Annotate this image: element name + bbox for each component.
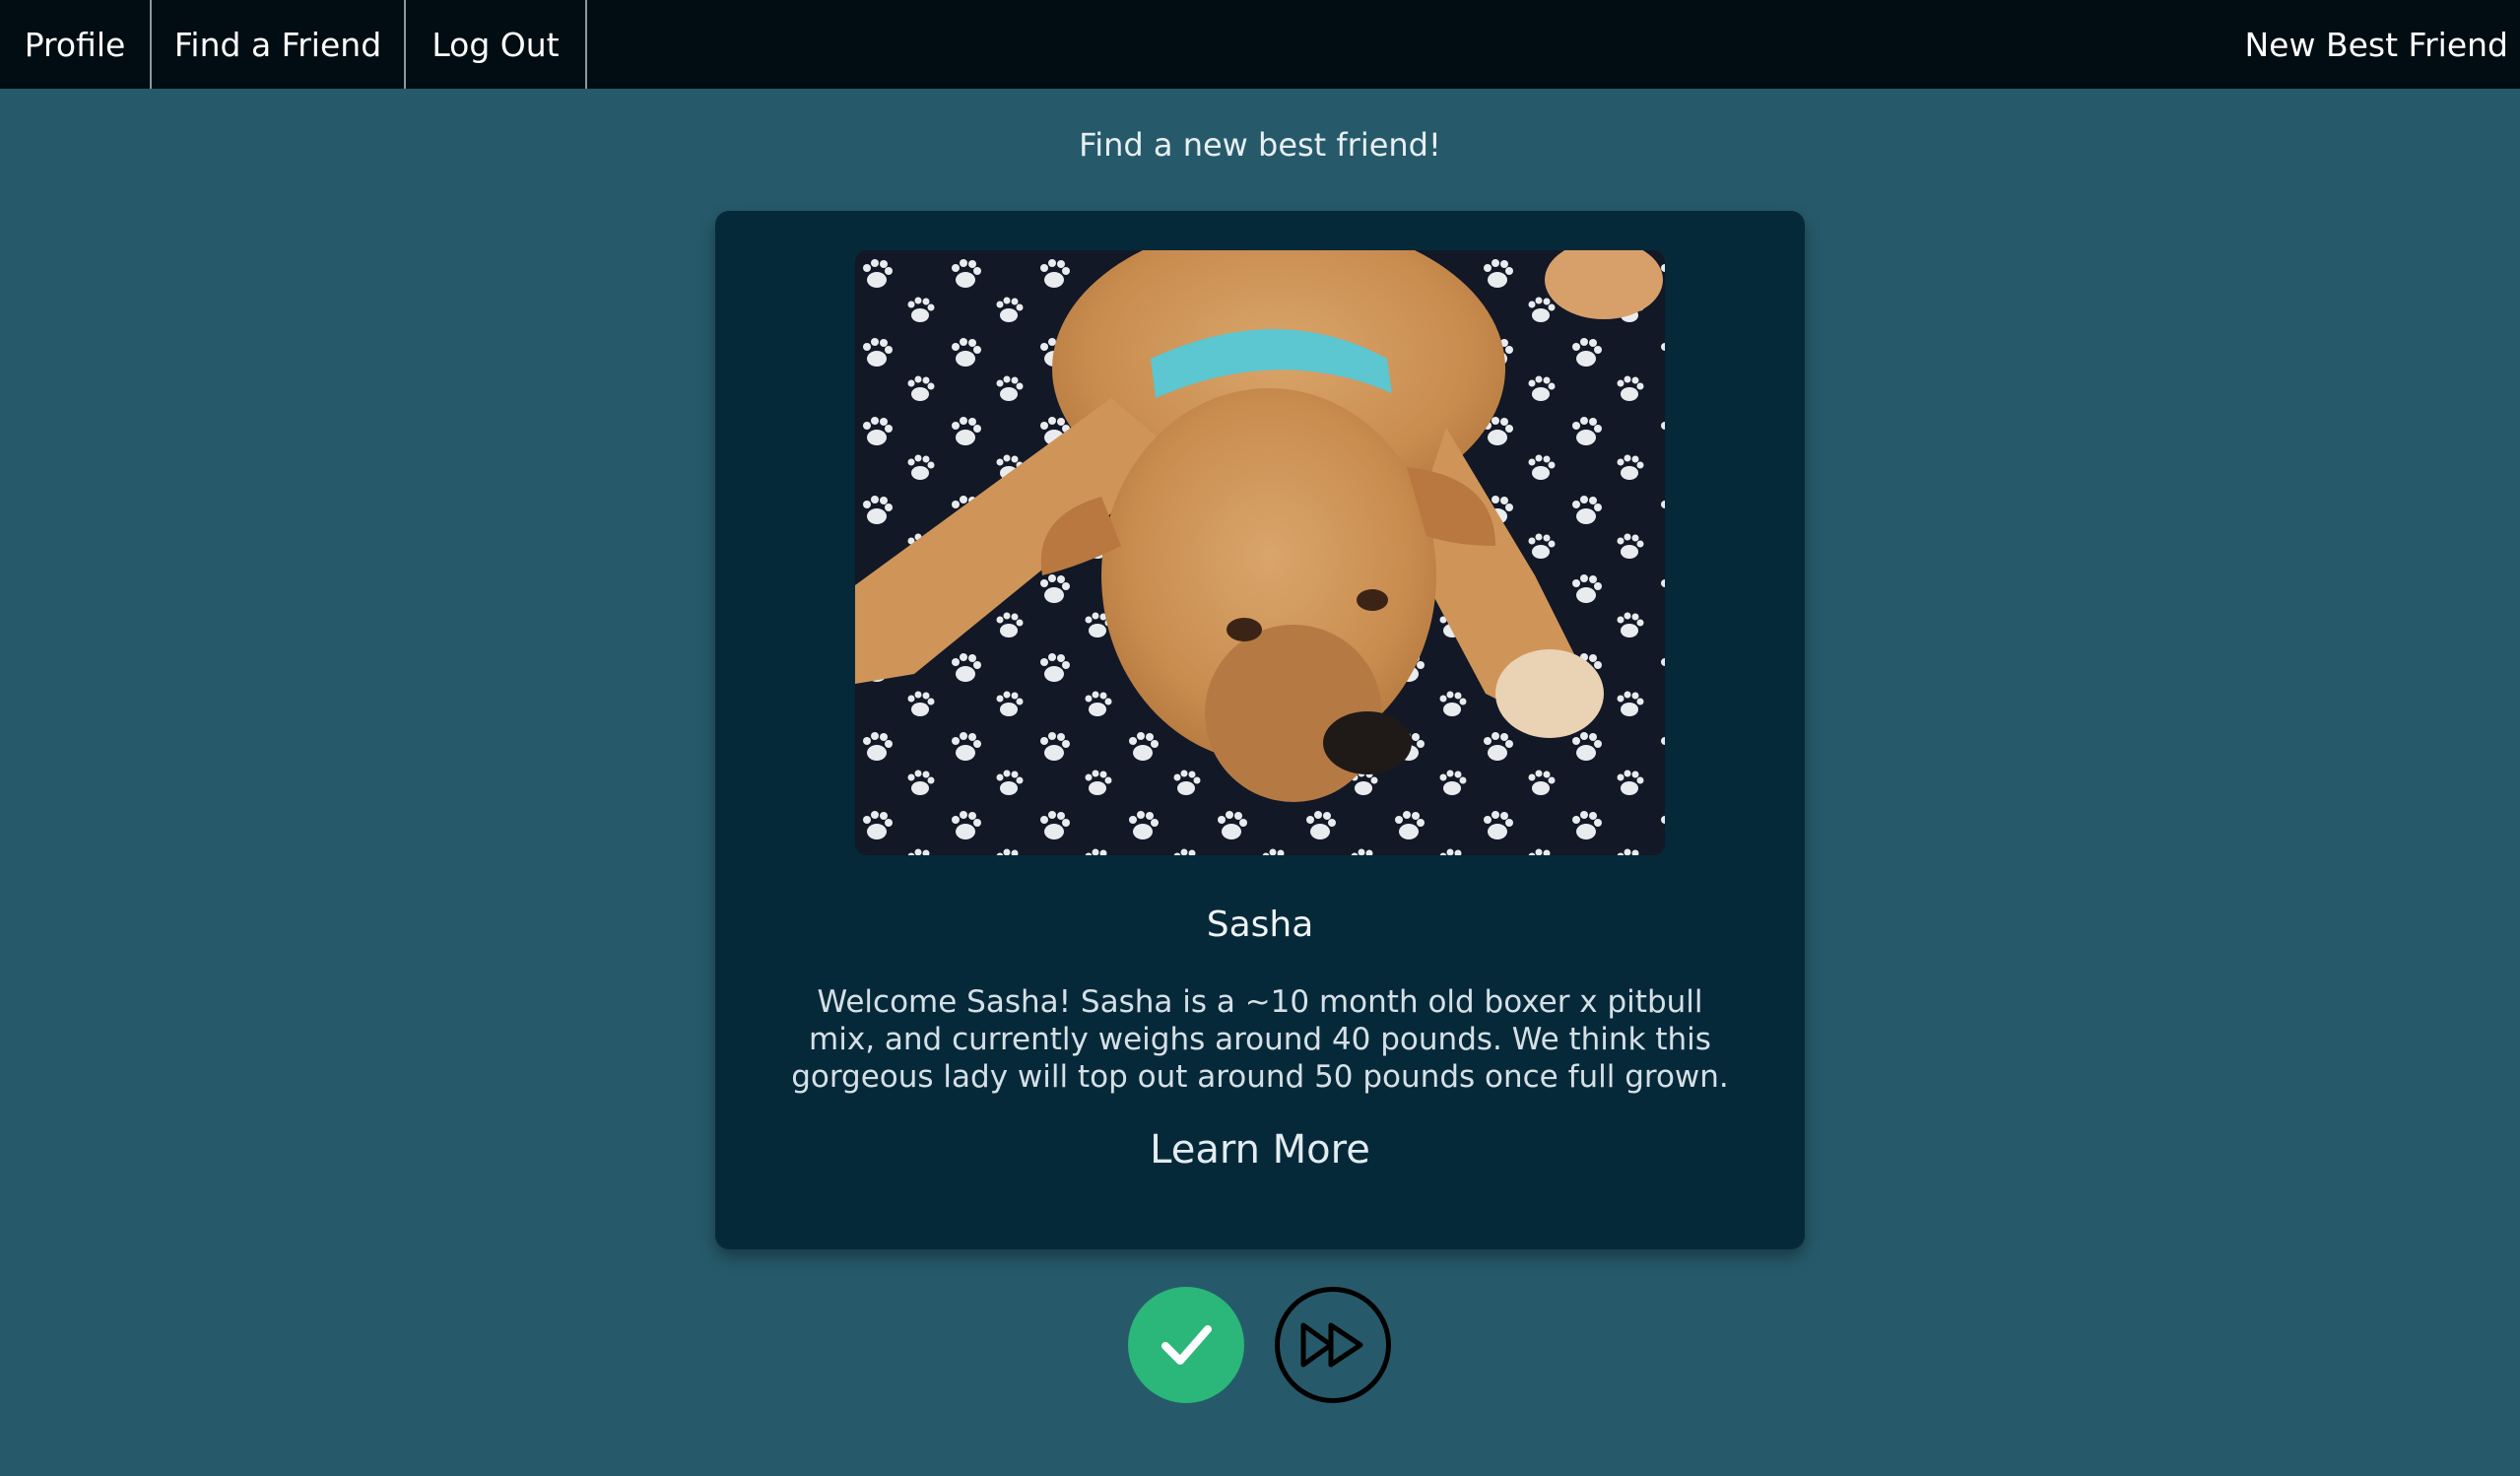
learn-more-link[interactable]: Learn More: [715, 1127, 1805, 1173]
brand-title[interactable]: New Best Friend: [2244, 0, 2508, 89]
checkmark-icon: [1161, 1325, 1212, 1365]
pet-card: Sasha Welcome Sasha! Sasha is a ~10 mont…: [715, 211, 1805, 1249]
nav-profile-link[interactable]: Profile: [0, 0, 152, 89]
nav-log-out-link[interactable]: Log Out: [406, 0, 587, 89]
pet-description: Welcome Sasha! Sasha is a ~10 month old …: [791, 984, 1729, 1095]
accept-button[interactable]: [1128, 1287, 1244, 1403]
pet-photo: [855, 250, 1665, 855]
nav-find-a-friend-link[interactable]: Find a Friend: [152, 0, 406, 89]
fast-forward-icon: [1300, 1322, 1363, 1368]
skip-button[interactable]: [1275, 1287, 1391, 1403]
top-navbar: Profile Find a Friend Log Out New Best F…: [0, 0, 2520, 89]
page-heading: Find a new best friend!: [1079, 126, 1441, 164]
pet-name: Sasha: [1206, 905, 1314, 945]
